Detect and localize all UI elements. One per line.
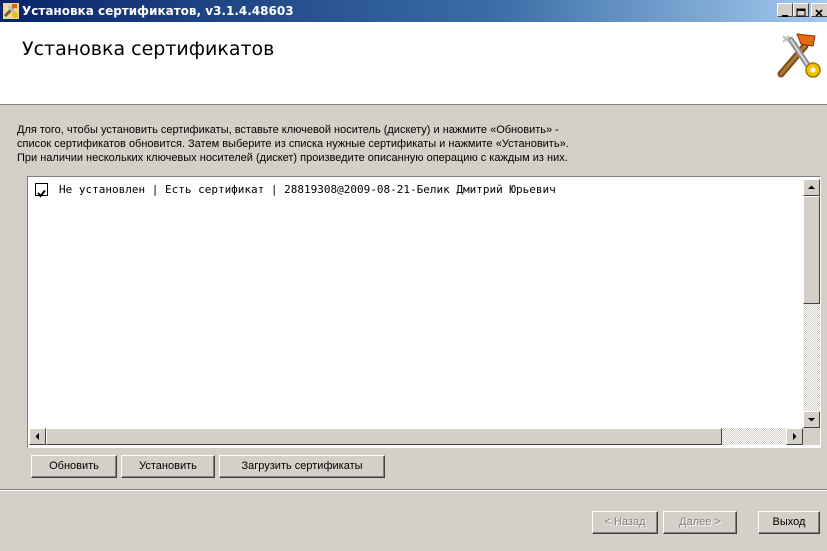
minimize-icon [782, 15, 788, 17]
instructions-line: При наличии нескольких ключевых носителе… [17, 152, 568, 164]
instructions-line: список сертификатов обновится. Затем выб… [17, 138, 569, 150]
horizontal-scroll-thumb[interactable] [46, 428, 722, 445]
back-button[interactable]: < Назад [592, 511, 658, 534]
scroll-left-button[interactable] [29, 428, 46, 445]
maximize-button[interactable] [793, 3, 809, 17]
instructions-text: Для того, чтобы установить сертификаты, … [17, 123, 807, 165]
arrow-down-icon [808, 418, 815, 422]
arrow-up-icon [808, 185, 815, 189]
scroll-up-button[interactable] [803, 179, 820, 196]
minimize-button[interactable] [777, 3, 793, 17]
instructions-line: Для того, чтобы установить сертификаты, … [17, 124, 559, 136]
app-icon [3, 3, 19, 19]
wizard-header [0, 22, 827, 105]
exit-button[interactable]: Выход [758, 511, 820, 534]
scroll-right-button[interactable] [786, 428, 803, 445]
arrow-right-icon [793, 433, 797, 440]
certificate-list[interactable] [27, 176, 821, 448]
page-title: Установка сертификатов [22, 38, 275, 60]
tools-icon [777, 33, 821, 78]
close-icon [815, 9, 823, 17]
arrow-left-icon [35, 433, 39, 440]
footer-separator [0, 489, 827, 491]
load-certificates-button[interactable]: Загрузить сертификаты [219, 455, 385, 478]
certificate-checkbox[interactable] [35, 183, 48, 198]
close-button[interactable] [811, 3, 827, 17]
scrollbar-corner [803, 428, 820, 445]
refresh-button[interactable]: Обновить [31, 455, 117, 478]
next-button[interactable]: Далее > [663, 511, 737, 534]
certificate-label: Не установлен | Есть сертификат | 288193… [59, 183, 556, 196]
checkmark-icon [37, 189, 46, 198]
window-title: Установка сертификатов, v3.1.4.48603 [22, 4, 294, 18]
install-button[interactable]: Установить [121, 455, 215, 478]
scroll-down-button[interactable] [803, 411, 820, 428]
maximize-icon [796, 8, 806, 17]
vertical-scroll-thumb[interactable] [803, 196, 820, 304]
